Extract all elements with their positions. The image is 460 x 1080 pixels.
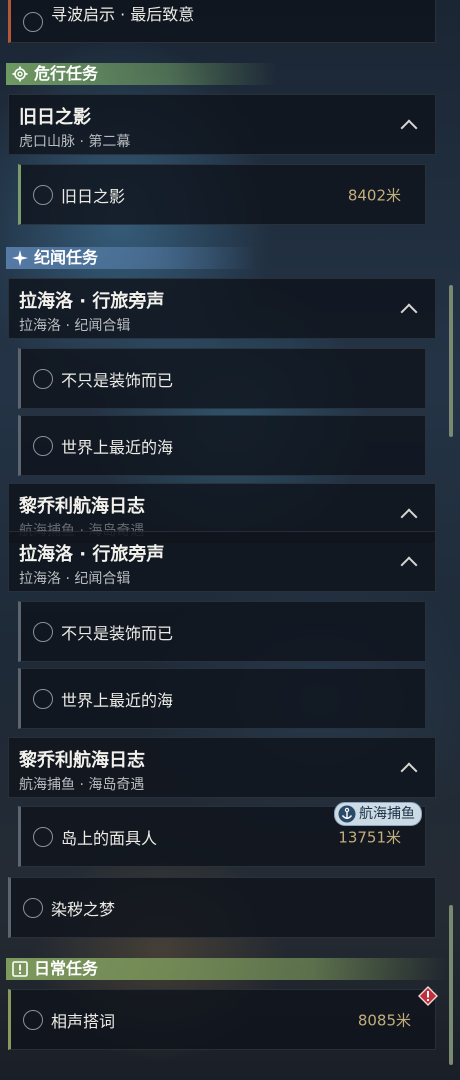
section-header-daily: 日常任务 bbox=[6, 958, 446, 980]
fishing-badge: 航海捕鱼 bbox=[334, 802, 422, 826]
quest-item-old-days[interactable]: 旧日之影 8402米 bbox=[18, 164, 426, 225]
group-subtitle: 航海捕鱼 · 海岛奇遇 bbox=[19, 777, 145, 793]
quest-group-old-days[interactable]: 旧日之影 虎口山脉 · 第二幕 bbox=[8, 94, 436, 155]
quest-name: 旧日之影 bbox=[61, 186, 126, 206]
quest-item-not-decor[interactable]: 不只是装饰而已 bbox=[18, 348, 426, 409]
chevron-up-icon[interactable] bbox=[400, 762, 418, 779]
scrollbar-thumb-lower[interactable] bbox=[449, 905, 453, 1065]
chevron-up-icon[interactable] bbox=[400, 508, 418, 525]
warning-icon bbox=[418, 986, 438, 1006]
badge-label: 航海捕鱼 bbox=[359, 806, 415, 822]
section-label: 危行任务 bbox=[34, 64, 99, 83]
quest-name: 世界上最近的海 bbox=[61, 437, 174, 457]
chevron-up-icon[interactable] bbox=[400, 119, 418, 136]
exclamation-box-icon bbox=[12, 961, 28, 977]
quest-name: 岛上的面具人 bbox=[61, 828, 158, 848]
group-subtitle: 拉海洛 · 纪闻合辑 bbox=[19, 318, 131, 334]
group-subtitle: 虎口山脉 · 第二幕 bbox=[19, 134, 131, 150]
group-title: 黎乔利航海日志 bbox=[19, 750, 145, 771]
quest-status-circle bbox=[33, 688, 53, 709]
quest-name: 世界上最近的海 bbox=[61, 690, 174, 710]
quest-group-lahailuo[interactable]: 拉海洛 · 行旅旁声 拉海洛 · 纪闻合辑 bbox=[8, 278, 436, 339]
quest-name: 相声搭词 bbox=[51, 1011, 116, 1031]
group-title: 拉海洛 · 行旅旁声 bbox=[19, 544, 165, 565]
quest-item-top[interactable]: 寻波启示 · 最后致意 bbox=[8, 0, 436, 43]
quest-distance: 8402米 bbox=[347, 186, 401, 204]
section-label: 日常任务 bbox=[34, 959, 99, 978]
quest-status-circle bbox=[23, 11, 43, 32]
quest-distance: 13751米 bbox=[338, 828, 401, 846]
quest-status-circle bbox=[23, 1009, 43, 1030]
group-subtitle: 拉海洛 · 纪闻合辑 bbox=[19, 571, 131, 587]
chevron-up-icon[interactable] bbox=[400, 303, 418, 320]
chevron-up-icon[interactable] bbox=[400, 556, 418, 573]
quest-status-circle bbox=[33, 435, 53, 456]
quest-item-nearest-sea-2[interactable]: 世界上最近的海 bbox=[18, 668, 426, 729]
quest-status-circle bbox=[23, 897, 43, 918]
group-title: 拉海洛 · 行旅旁声 bbox=[19, 291, 165, 312]
quest-item-nearest-sea[interactable]: 世界上最近的海 bbox=[18, 415, 426, 476]
group-title: 旧日之影 bbox=[19, 107, 91, 128]
section-header-danger: 危行任务 bbox=[6, 63, 276, 85]
quest-name: 寻波启示 · 最后致意 bbox=[51, 5, 195, 24]
quest-item-dye-dream[interactable]: 染秽之梦 bbox=[8, 877, 436, 938]
sparkle-icon bbox=[12, 250, 28, 266]
section-label: 纪闻任务 bbox=[34, 248, 99, 267]
quest-name: 不只是装饰而已 bbox=[61, 370, 174, 390]
quest-status-circle bbox=[33, 826, 53, 847]
section-header-chronicle: 纪闻任务 bbox=[6, 247, 256, 269]
anchor-icon bbox=[338, 805, 356, 823]
gear-icon bbox=[12, 66, 28, 82]
quest-name: 不只是装饰而已 bbox=[61, 623, 174, 643]
group-title: 黎乔利航海日志 bbox=[19, 496, 145, 517]
quest-group-liqiaoli-2[interactable]: 黎乔利航海日志 航海捕鱼 · 海岛奇遇 bbox=[8, 737, 436, 798]
quest-status-circle bbox=[33, 621, 53, 642]
quest-group-lahailuo-2[interactable]: 拉海洛 · 行旅旁声 拉海洛 · 纪闻合辑 bbox=[8, 531, 436, 592]
scrollbar-thumb[interactable] bbox=[449, 285, 453, 437]
quest-item-not-decor-2[interactable]: 不只是装饰而已 bbox=[18, 601, 426, 662]
quest-status-circle bbox=[33, 184, 53, 205]
quest-distance: 8085米 bbox=[357, 1011, 411, 1029]
quest-name: 染秽之梦 bbox=[51, 899, 116, 919]
quest-item-crosstalk[interactable]: 相声搭词 8085米 bbox=[8, 989, 436, 1050]
quest-status-circle bbox=[33, 368, 53, 389]
